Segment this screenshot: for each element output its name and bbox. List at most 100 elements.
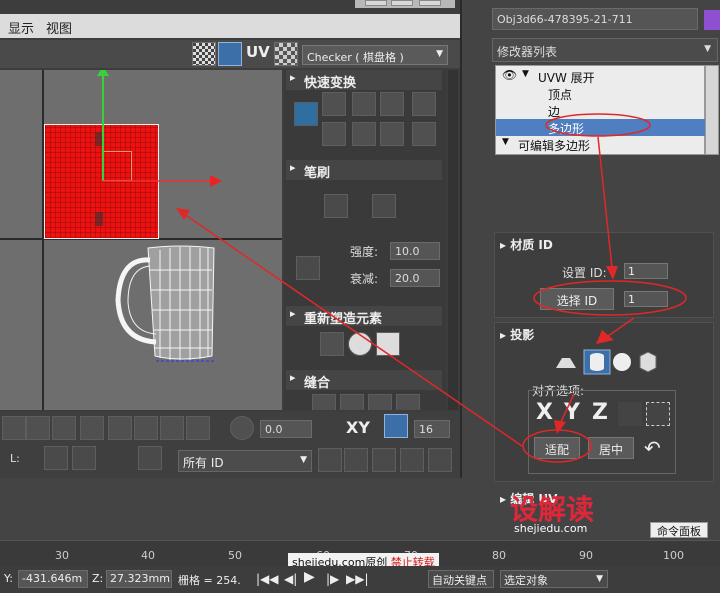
falloff-field[interactable]: 20.0 [390, 269, 440, 287]
next-frame-icon[interactable]: |▶ [326, 572, 339, 586]
selected-object-dropdown[interactable]: 选定对象 ▼ [500, 570, 608, 588]
quick-transform-header[interactable]: 快速变换 [286, 70, 442, 91]
relax-sphere-icon[interactable] [348, 332, 372, 356]
hide-icon[interactable] [72, 446, 96, 470]
rotate-cw-icon[interactable] [380, 122, 404, 146]
modifier-list-dropdown[interactable]: 修改器列表 ▼ [492, 38, 718, 62]
transform-gizmo[interactable] [0, 70, 282, 410]
stitch-header[interactable]: 缝合 [286, 370, 442, 391]
straighten-icon[interactable] [320, 332, 344, 356]
align-x-button[interactable]: X [536, 400, 553, 425]
checker-map-dropdown[interactable]: Checker ( 棋盘格 ) ▼ [302, 45, 448, 65]
set-id-spinner[interactable]: 1 [624, 263, 668, 279]
object-color-swatch[interactable] [704, 10, 720, 30]
soft-select-field[interactable]: 0.0 [260, 420, 312, 438]
command-panel-button[interactable]: 命令面板 [650, 522, 708, 538]
select-ring-icon[interactable] [52, 416, 76, 440]
configure-sets-icon[interactable] [626, 162, 650, 186]
paint-shrink-icon[interactable] [186, 416, 210, 440]
cube-icon[interactable] [376, 332, 400, 356]
projection-icons [556, 349, 657, 375]
go-to-end-icon[interactable]: ▶▶| [346, 572, 369, 586]
go-to-start-icon[interactable]: |◀◀ [256, 572, 279, 586]
select-id-spinner[interactable]: 1 [624, 291, 668, 307]
stack-item-polygon[interactable]: 多边形 [496, 119, 706, 136]
fit-button[interactable]: 适配 [534, 437, 580, 459]
zoom-region-icon[interactable] [372, 448, 396, 472]
auto-key-button[interactable]: 自动关键点 [428, 570, 494, 588]
align-normal-icon[interactable] [618, 402, 642, 426]
xy-label[interactable]: XY [346, 418, 370, 437]
y-coordinate-field[interactable]: -431.646m [18, 570, 88, 588]
lock-icon[interactable] [44, 446, 68, 470]
shrink-selection-icon[interactable] [108, 416, 132, 440]
stitch-source-icon[interactable] [368, 394, 392, 410]
reshape-elements-header[interactable]: 重新塑造元素 [286, 306, 442, 327]
stack-item-vertex[interactable]: 顶点 [496, 85, 706, 102]
z-coordinate-field[interactable]: 27.323mm [106, 570, 172, 588]
close-button[interactable] [419, 0, 441, 6]
menu-display[interactable]: 显示 [8, 18, 34, 37]
align-view-icon[interactable] [646, 402, 670, 426]
paint-brush-icon[interactable] [324, 194, 348, 218]
stack-scrollbar[interactable] [705, 65, 719, 155]
map-options-icon[interactable] [274, 42, 298, 66]
stack-item-edge[interactable]: 边 [496, 102, 706, 119]
menu-view[interactable]: 视图 [46, 18, 72, 37]
stitch-average-icon[interactable] [340, 394, 364, 410]
select-id-button[interactable]: 选择 ID [540, 288, 614, 310]
uv-viewport[interactable] [0, 70, 282, 410]
play-icon[interactable]: ▶ [304, 569, 315, 585]
show-end-result-icon[interactable] [530, 162, 554, 186]
space-horizontal-icon[interactable] [412, 122, 436, 146]
paint-select-icon[interactable] [134, 416, 158, 440]
align-y-button[interactable]: Y [564, 400, 580, 425]
center-button[interactable]: 居中 [588, 437, 634, 459]
soft-select-icon[interactable] [230, 416, 254, 440]
eye-icon[interactable]: 👁 [502, 68, 517, 82]
grid-snap-icon[interactable] [352, 122, 376, 146]
strength-field[interactable]: 10.0 [390, 242, 440, 260]
space-vertical-icon[interactable] [412, 92, 436, 116]
uv-panel-scrollbar[interactable] [448, 70, 458, 410]
trash-icon[interactable] [592, 162, 616, 186]
material-id-dropdown[interactable]: 所有 ID ▼ [178, 450, 312, 472]
count-field[interactable]: 16 [414, 420, 450, 438]
select-edge-loop-icon[interactable] [26, 416, 50, 440]
zoom-icon[interactable] [344, 448, 368, 472]
projection-header[interactable]: ▸ 投影 [500, 326, 534, 343]
show-map-icon[interactable] [218, 42, 242, 66]
previous-frame-icon[interactable]: ◀| [284, 572, 297, 586]
chevron-down-icon: ▼ [436, 49, 443, 59]
align-vertical-icon[interactable] [352, 92, 376, 116]
align-horizontal-icon[interactable] [322, 92, 346, 116]
make-unique-icon[interactable] [566, 162, 590, 186]
pivot-icon[interactable] [294, 102, 318, 126]
zoom-extents-icon[interactable] [400, 448, 424, 472]
stack-item-editable-poly[interactable]: ▼ 可编辑多边形 [496, 136, 706, 153]
rotate-ccw-icon[interactable] [380, 92, 404, 116]
chevron-down-icon: ▼ [596, 574, 603, 584]
stack-item-uvw-unwrap[interactable]: 👁 ▼ UVW 展开 [496, 68, 706, 85]
freeze-icon[interactable] [138, 446, 162, 470]
pan-hand-icon[interactable] [318, 448, 342, 472]
maximize-button[interactable] [391, 0, 413, 6]
checker-pattern-icon[interactable] [192, 42, 216, 66]
relax-brush-icon[interactable] [372, 194, 396, 218]
paint-grow-icon[interactable] [160, 416, 184, 440]
material-id-header[interactable]: ▸ 材质 ID [500, 236, 553, 253]
minimize-button[interactable] [365, 0, 387, 6]
stitch-custom-icon[interactable] [396, 394, 420, 410]
brush-header[interactable]: 笔刷 [286, 160, 442, 181]
select-element-icon[interactable] [2, 416, 26, 440]
align-cross-icon[interactable] [322, 122, 346, 146]
stitch-target-icon[interactable] [312, 394, 336, 410]
grid-toggle-icon[interactable] [384, 414, 408, 438]
snap-icon[interactable] [428, 448, 452, 472]
pin-stack-icon[interactable] [498, 162, 522, 186]
align-z-button[interactable]: Z [592, 400, 608, 425]
reset-icon[interactable]: ↶ [644, 436, 661, 460]
line-brush-icon[interactable] [296, 256, 320, 280]
grow-selection-icon[interactable] [80, 416, 104, 440]
object-name-field[interactable]: Obj3d66-478395-21-711 [492, 8, 698, 30]
